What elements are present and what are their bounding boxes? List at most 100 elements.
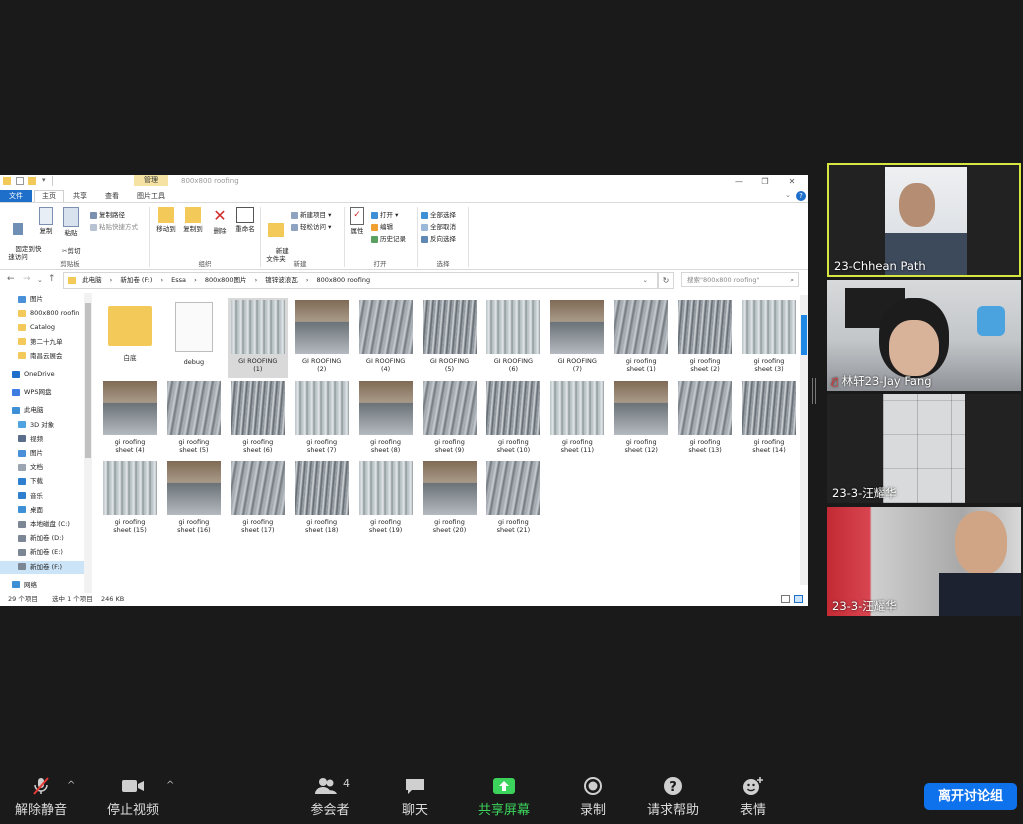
tab-file[interactable]: 文件 [0, 190, 32, 202]
delete-button[interactable]: ✕ 删除 [209, 207, 231, 236]
video-tile[interactable]: 23-3-汪耀华 [827, 507, 1021, 616]
file-item[interactable]: gi roofing sheet (1) [611, 298, 671, 378]
file-item[interactable]: gi roofing sheet (11) [547, 379, 607, 459]
nav-item[interactable]: 本地磁盘 (C:) [0, 518, 90, 531]
open-button[interactable]: 打开 ▾ [371, 209, 398, 219]
properties-button[interactable]: ✓ 属性 [347, 207, 367, 235]
rename-button[interactable]: 重命名 [232, 207, 258, 233]
file-item[interactable]: gi roofing sheet (19) [356, 459, 416, 539]
share-screen-button[interactable]: 共享屏幕 [474, 776, 534, 818]
file-item[interactable]: gi roofing sheet (13) [675, 379, 735, 459]
file-item[interactable]: gi roofing sheet (12) [611, 379, 671, 459]
refresh-button[interactable]: ↻ [658, 272, 674, 289]
edit-button[interactable]: 编辑 [371, 221, 393, 231]
file-item[interactable]: gi roofing sheet (7) [292, 379, 352, 459]
file-item[interactable]: gi roofing sheet (20) [420, 459, 480, 539]
nav-item[interactable]: 视频 [0, 433, 90, 446]
nav-item[interactable]: 下载 [0, 475, 90, 488]
forward-arrow-icon[interactable]: → [23, 274, 31, 284]
video-tile[interactable]: 23-3-汪耀华 [827, 394, 1021, 503]
video-tile-active-speaker[interactable]: 23-Chhean Path [827, 163, 1021, 277]
tab-home[interactable]: 主页 [34, 190, 64, 202]
breadcrumb-item[interactable]: Essa [171, 276, 186, 284]
nav-item[interactable]: 此电脑 [0, 404, 90, 417]
move-to-button[interactable]: 移动到 [153, 207, 179, 233]
history-button[interactable]: 历史记录 [371, 233, 406, 243]
nav-item[interactable]: 图片 [0, 293, 90, 306]
paste-shortcut-button[interactable]: 粘贴快捷方式 [90, 221, 138, 231]
address-bar[interactable]: 此电脑 › 新加卷 (F:) › Essa › 800x800图片 › 镀锌波浪… [63, 272, 658, 289]
audio-options-caret-icon[interactable]: ^ [67, 780, 75, 791]
up-arrow-icon[interactable]: ↑ [48, 274, 56, 284]
file-item[interactable]: gi roofing sheet (18) [292, 459, 352, 539]
chat-button[interactable]: 聊天 [396, 776, 434, 818]
nav-item[interactable]: 图片 [0, 447, 90, 460]
copy-path-button[interactable]: 复制路径 [90, 209, 125, 219]
file-item[interactable]: debug [164, 298, 224, 378]
breadcrumb-item[interactable]: 800x800 roofing [317, 276, 371, 284]
ribbon-collapse-icon[interactable]: ⌄ [785, 191, 791, 199]
select-all-button[interactable]: 全部选择 [421, 209, 456, 219]
resize-handle[interactable] [812, 378, 816, 404]
record-button[interactable]: 录制 [574, 776, 612, 818]
help-icon[interactable]: ? [796, 191, 806, 201]
nav-item[interactable]: 新加卷 (F:) [0, 560, 90, 574]
file-item[interactable]: gi roofing sheet (8) [356, 379, 416, 459]
nav-item[interactable]: 桌面 [0, 504, 90, 517]
nav-item[interactable]: 音乐 [0, 490, 90, 503]
file-item[interactable]: gi roofing sheet (10) [483, 379, 543, 459]
qat-dropdown-icon[interactable]: ▾ [42, 176, 46, 184]
content-scrollbar-thumb[interactable] [801, 315, 807, 355]
minimize-button[interactable]: — [728, 176, 750, 188]
easy-access-button[interactable]: 轻松访问 ▾ [291, 221, 331, 231]
breadcrumb-item[interactable]: 镀锌波浪瓦 [265, 276, 298, 284]
file-item[interactable]: gi roofing sheet (16) [164, 459, 224, 539]
select-none-button[interactable]: 全部取消 [421, 221, 456, 231]
stop-video-button[interactable]: 停止视频 [104, 776, 162, 818]
tab-share[interactable]: 共享 [66, 190, 94, 202]
file-item[interactable]: gi roofing sheet (2) [675, 298, 735, 378]
new-folder-icon[interactable] [28, 177, 36, 185]
nav-item[interactable]: OneDrive [0, 368, 90, 381]
invert-selection-button[interactable]: 反向选择 [421, 233, 456, 243]
context-tab-manage[interactable]: 管理 [134, 175, 168, 186]
leave-breakout-button[interactable]: 离开讨论组 [924, 783, 1017, 810]
close-button[interactable]: ✕ [781, 176, 803, 188]
tab-view[interactable]: 查看 [98, 190, 126, 202]
participants-button[interactable]: 4 参会者 [303, 776, 357, 818]
address-dropdown-icon[interactable]: ⌄ [643, 273, 648, 288]
maximize-button[interactable]: ❐ [754, 176, 776, 188]
nav-scrollbar-thumb[interactable] [85, 303, 91, 458]
file-item[interactable]: gi roofing sheet (17) [228, 459, 288, 539]
properties-icon[interactable] [16, 177, 24, 185]
file-item[interactable]: GI ROOFING (2) [292, 298, 352, 378]
nav-item[interactable]: 第二十九单 [0, 336, 90, 349]
breadcrumb-item[interactable]: 新加卷 (F:) [120, 276, 152, 284]
file-item[interactable]: GI ROOFING (4) [356, 298, 416, 378]
ask-for-help-button[interactable]: ? 请求帮助 [642, 776, 704, 818]
search-input[interactable]: 搜索"800x800 roofing" ⌕ [681, 272, 799, 287]
details-view-icon[interactable] [781, 595, 790, 603]
nav-item[interactable]: 网络 [0, 579, 90, 592]
video-options-caret-icon[interactable]: ^ [166, 780, 174, 791]
nav-item[interactable]: 新加卷 (E:) [0, 546, 90, 559]
reactions-button[interactable]: 表情 [734, 776, 772, 818]
file-item[interactable]: gi roofing sheet (5) [164, 379, 224, 459]
copy-to-button[interactable]: 复制到 [180, 207, 206, 233]
video-tile[interactable]: 🎙̸ 林轩23-Jay Fang [827, 280, 1021, 391]
paste-button[interactable]: 粘贴 [60, 207, 82, 237]
new-item-button[interactable]: 新建项目 ▾ [291, 209, 331, 219]
file-item[interactable]: gi roofing sheet (6) [228, 379, 288, 459]
file-item[interactable]: gi roofing sheet (15) [100, 459, 160, 539]
nav-item[interactable]: 800x800 roofin [0, 307, 90, 320]
tab-picture-tools[interactable]: 图片工具 [132, 190, 170, 202]
copy-button[interactable]: 复制 [35, 207, 57, 235]
nav-item[interactable]: 新加卷 (D:) [0, 532, 90, 545]
nav-item[interactable]: 3D 对象 [0, 419, 90, 432]
file-item[interactable]: GI ROOFING (1) [227, 298, 288, 378]
large-icons-view-icon[interactable] [794, 595, 803, 603]
pin-quick-access-button[interactable]: 固定到快 速访问 [3, 207, 41, 269]
nav-item[interactable]: WPS网盘 [0, 386, 90, 399]
unmute-button[interactable]: 解除静音 [12, 776, 70, 818]
breadcrumb-item[interactable]: 此电脑 [82, 276, 102, 284]
